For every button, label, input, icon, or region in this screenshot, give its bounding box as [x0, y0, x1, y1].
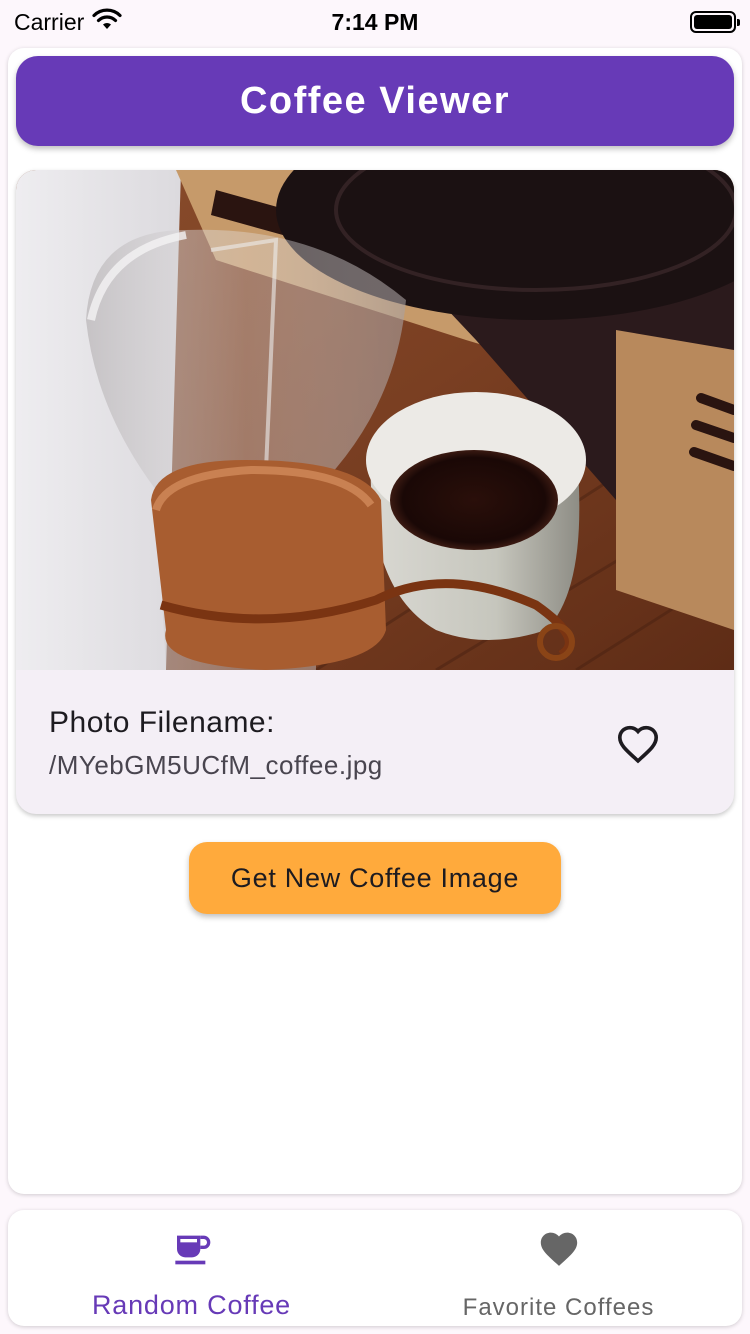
- nav-label-random-coffee: Random Coffee: [91, 1290, 292, 1320]
- wifi-icon: [92, 8, 122, 36]
- nav-item-favorite-coffees[interactable]: Favorite Coffees: [375, 1210, 742, 1326]
- status-left: Carrier: [14, 8, 122, 36]
- photo-card: Photo Filename: /MYebGM5UCfM_coffee.jpg: [16, 170, 734, 814]
- main-card: Coffee Viewer Photo Filename: /MYebGM5UC…: [8, 48, 742, 1194]
- favorite-toggle-button[interactable]: [612, 718, 664, 770]
- coffee-photo: [16, 170, 734, 670]
- status-bar: Carrier 7:14 PM: [0, 0, 750, 44]
- carrier-label: Carrier: [14, 8, 85, 35]
- nav-item-random-coffee[interactable]: Random Coffee: [8, 1210, 375, 1326]
- app-title: Coffee Viewer: [239, 79, 511, 122]
- app-bar: Coffee Viewer: [16, 56, 734, 146]
- battery-icon: [690, 11, 740, 33]
- heart-icon: [537, 1228, 581, 1270]
- photo-filename-label: Photo Filename:: [49, 706, 275, 739]
- nav-label-favorite-coffees: Favorite Coffees: [462, 1294, 655, 1321]
- bottom-navigation: Random Coffee Favorite Coffees: [8, 1210, 742, 1326]
- photo-info: Photo Filename: /MYebGM5UCfM_coffee.jpg: [16, 670, 734, 814]
- get-new-coffee-image-button[interactable]: Get New Coffee Image: [189, 842, 561, 914]
- coffee-cup-icon: [172, 1228, 212, 1270]
- heart-outline-icon: [617, 725, 659, 764]
- photo-filename-value: /MYebGM5UCfM_coffee.jpg: [49, 750, 383, 780]
